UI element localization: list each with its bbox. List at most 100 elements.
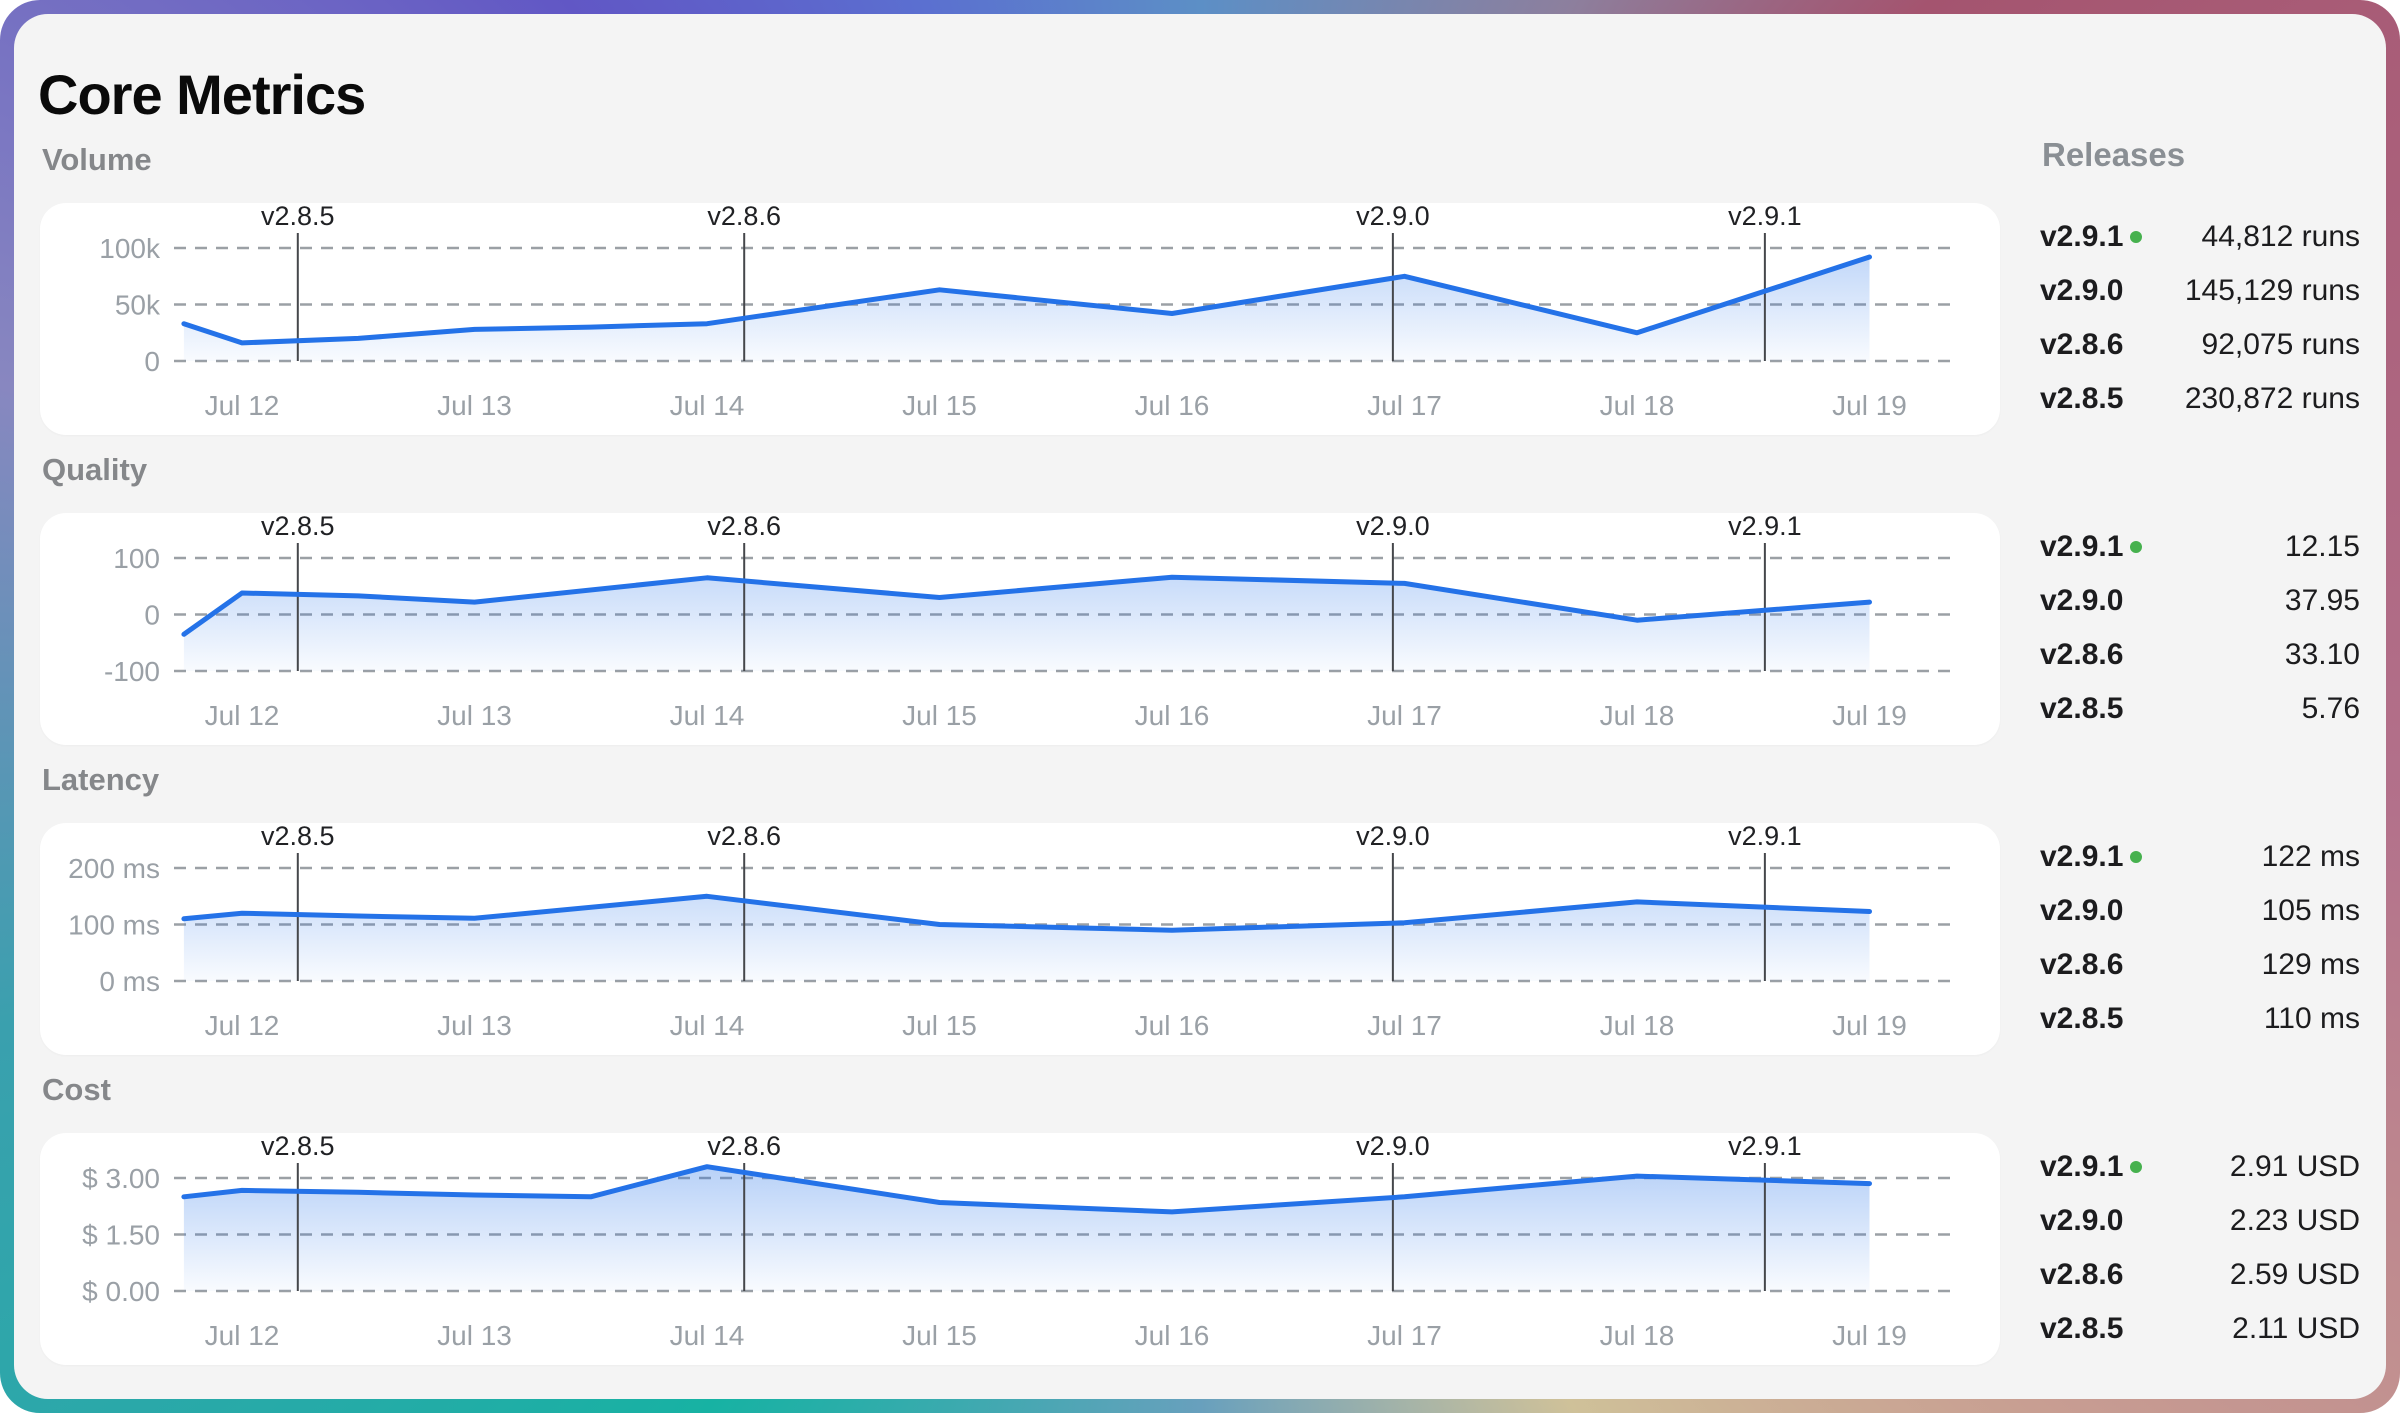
svg-text:Jul 15: Jul 15 xyxy=(902,390,977,421)
release-version: v2.9.1 xyxy=(2040,530,2123,564)
svg-text:0 ms: 0 ms xyxy=(99,966,160,997)
releases-heading: Releases xyxy=(2042,136,2185,174)
chart-card-cost: $ 3.00$ 1.50$ 0.00v2.8.5v2.8.6v2.9.0v2.9… xyxy=(40,1133,2000,1365)
release-row: v2.8.5 2.11 USD xyxy=(2030,1302,2360,1356)
release-row: v2.9.1 44,812 runs xyxy=(2030,210,2360,264)
release-value: 129 ms xyxy=(2262,948,2360,982)
svg-text:Jul 16: Jul 16 xyxy=(1135,1320,1210,1351)
release-row: v2.8.6 2.59 USD xyxy=(2030,1248,2360,1302)
svg-text:v2.8.6: v2.8.6 xyxy=(707,203,781,231)
release-version: v2.9.1 xyxy=(2040,220,2123,254)
svg-text:Jul 19: Jul 19 xyxy=(1832,390,1907,421)
svg-text:Jul 19: Jul 19 xyxy=(1832,1320,1907,1351)
svg-text:0: 0 xyxy=(144,346,160,377)
active-release-dot xyxy=(2130,1161,2142,1173)
releases-group-quality: v2.9.1 12.15 v2.9.0 37.95 v2.8.6 33.10 v… xyxy=(2030,520,2360,736)
svg-text:Jul 19: Jul 19 xyxy=(1832,700,1907,731)
release-row: v2.9.0 37.95 xyxy=(2030,574,2360,628)
svg-text:Jul 13: Jul 13 xyxy=(437,1010,512,1041)
svg-text:Jul 16: Jul 16 xyxy=(1135,390,1210,421)
release-row: v2.9.1 12.15 xyxy=(2030,520,2360,574)
release-value: 2.11 USD xyxy=(2232,1312,2360,1346)
release-value: 2.59 USD xyxy=(2230,1258,2360,1292)
svg-text:Jul 18: Jul 18 xyxy=(1600,390,1675,421)
release-version: v2.8.5 xyxy=(2040,382,2123,416)
releases-group-cost: v2.9.1 2.91 USD v2.9.0 2.23 USD v2.8.6 2… xyxy=(2030,1140,2360,1356)
release-value: 2.23 USD xyxy=(2230,1204,2360,1238)
svg-text:v2.8.6: v2.8.6 xyxy=(707,513,781,541)
svg-text:Jul 14: Jul 14 xyxy=(670,1010,745,1041)
svg-text:v2.9.0: v2.9.0 xyxy=(1356,203,1430,231)
release-version: v2.9.1 xyxy=(2040,1150,2123,1184)
svg-text:200 ms: 200 ms xyxy=(68,853,160,884)
release-row: v2.9.0 2.23 USD xyxy=(2030,1194,2360,1248)
release-value: 2.91 USD xyxy=(2230,1150,2360,1184)
release-row: v2.8.5 5.76 xyxy=(2030,682,2360,736)
svg-text:v2.8.5: v2.8.5 xyxy=(261,1133,335,1161)
release-row: v2.8.6 129 ms xyxy=(2030,938,2360,992)
active-release-dot xyxy=(2130,231,2142,243)
release-row: v2.9.0 145,129 runs xyxy=(2030,264,2360,318)
svg-text:Jul 12: Jul 12 xyxy=(205,700,280,731)
active-release-dot xyxy=(2130,851,2142,863)
release-row: v2.8.5 230,872 runs xyxy=(2030,372,2360,426)
svg-text:Jul 12: Jul 12 xyxy=(205,390,280,421)
svg-text:Jul 15: Jul 15 xyxy=(902,1010,977,1041)
svg-text:Jul 14: Jul 14 xyxy=(670,390,745,421)
release-value: 12.15 xyxy=(2285,530,2360,564)
svg-text:v2.9.0: v2.9.0 xyxy=(1356,1133,1430,1161)
svg-text:Jul 19: Jul 19 xyxy=(1832,1010,1907,1041)
svg-text:v2.9.1: v2.9.1 xyxy=(1728,1133,1802,1161)
release-row: v2.9.1 2.91 USD xyxy=(2030,1140,2360,1194)
svg-text:Jul 14: Jul 14 xyxy=(670,1320,745,1351)
release-value: 33.10 xyxy=(2285,638,2360,672)
svg-text:-100: -100 xyxy=(104,656,160,687)
chart-card-quality: 1000-100v2.8.5v2.8.6v2.9.0v2.9.1Jul 12Ju… xyxy=(40,513,2000,745)
svg-text:v2.8.6: v2.8.6 xyxy=(707,1133,781,1161)
page-title: Core Metrics xyxy=(38,62,365,127)
release-version: v2.8.6 xyxy=(2040,328,2123,362)
svg-text:Jul 12: Jul 12 xyxy=(205,1010,280,1041)
release-version: v2.8.6 xyxy=(2040,638,2123,672)
svg-text:100 ms: 100 ms xyxy=(68,910,160,941)
release-version: v2.8.6 xyxy=(2040,948,2123,982)
release-version: v2.9.0 xyxy=(2040,584,2123,618)
release-version: v2.8.6 xyxy=(2040,1258,2123,1292)
release-value: 145,129 runs xyxy=(2185,274,2360,308)
svg-text:Jul 17: Jul 17 xyxy=(1367,1010,1442,1041)
release-value: 105 ms xyxy=(2262,894,2360,928)
svg-text:0: 0 xyxy=(144,600,160,631)
svg-text:Jul 18: Jul 18 xyxy=(1600,700,1675,731)
svg-text:Jul 18: Jul 18 xyxy=(1600,1010,1675,1041)
release-row: v2.8.6 33.10 xyxy=(2030,628,2360,682)
svg-text:Jul 15: Jul 15 xyxy=(902,1320,977,1351)
release-version: v2.9.0 xyxy=(2040,1204,2123,1238)
svg-text:v2.8.5: v2.8.5 xyxy=(261,823,335,851)
release-version: v2.9.0 xyxy=(2040,894,2123,928)
svg-text:50k: 50k xyxy=(115,290,161,321)
metric-label-quality: Quality xyxy=(42,452,147,488)
gradient-border-frame: Core Metrics Volume 100k50k0v2.8.5v2.8.6… xyxy=(0,0,2400,1413)
release-version: v2.9.1 xyxy=(2040,840,2123,874)
release-value: 122 ms xyxy=(2262,840,2360,874)
svg-text:Jul 13: Jul 13 xyxy=(437,700,512,731)
volume-area-chart: 100k50k0v2.8.5v2.8.6v2.9.0v2.9.1Jul 12Ju… xyxy=(40,203,2000,435)
svg-text:Jul 17: Jul 17 xyxy=(1367,1320,1442,1351)
svg-text:Jul 12: Jul 12 xyxy=(205,1320,280,1351)
svg-text:v2.9.0: v2.9.0 xyxy=(1356,823,1430,851)
release-value: 37.95 xyxy=(2285,584,2360,618)
svg-text:Jul 13: Jul 13 xyxy=(437,390,512,421)
svg-text:v2.9.1: v2.9.1 xyxy=(1728,823,1802,851)
metric-label-latency: Latency xyxy=(42,762,159,798)
metric-label-volume: Volume xyxy=(42,142,152,178)
release-version: v2.8.5 xyxy=(2040,1002,2123,1036)
svg-text:100: 100 xyxy=(113,543,160,574)
svg-text:v2.9.0: v2.9.0 xyxy=(1356,513,1430,541)
chart-card-volume: 100k50k0v2.8.5v2.8.6v2.9.0v2.9.1Jul 12Ju… xyxy=(40,203,2000,435)
svg-text:Jul 14: Jul 14 xyxy=(670,700,745,731)
releases-group-latency: v2.9.1 122 ms v2.9.0 105 ms v2.8.6 129 m… xyxy=(2030,830,2360,1046)
chart-card-latency: 200 ms100 ms0 msv2.8.5v2.8.6v2.9.0v2.9.1… xyxy=(40,823,2000,1055)
release-version: v2.8.5 xyxy=(2040,692,2123,726)
svg-text:$ 3.00: $ 3.00 xyxy=(82,1163,160,1194)
active-release-dot xyxy=(2130,541,2142,553)
